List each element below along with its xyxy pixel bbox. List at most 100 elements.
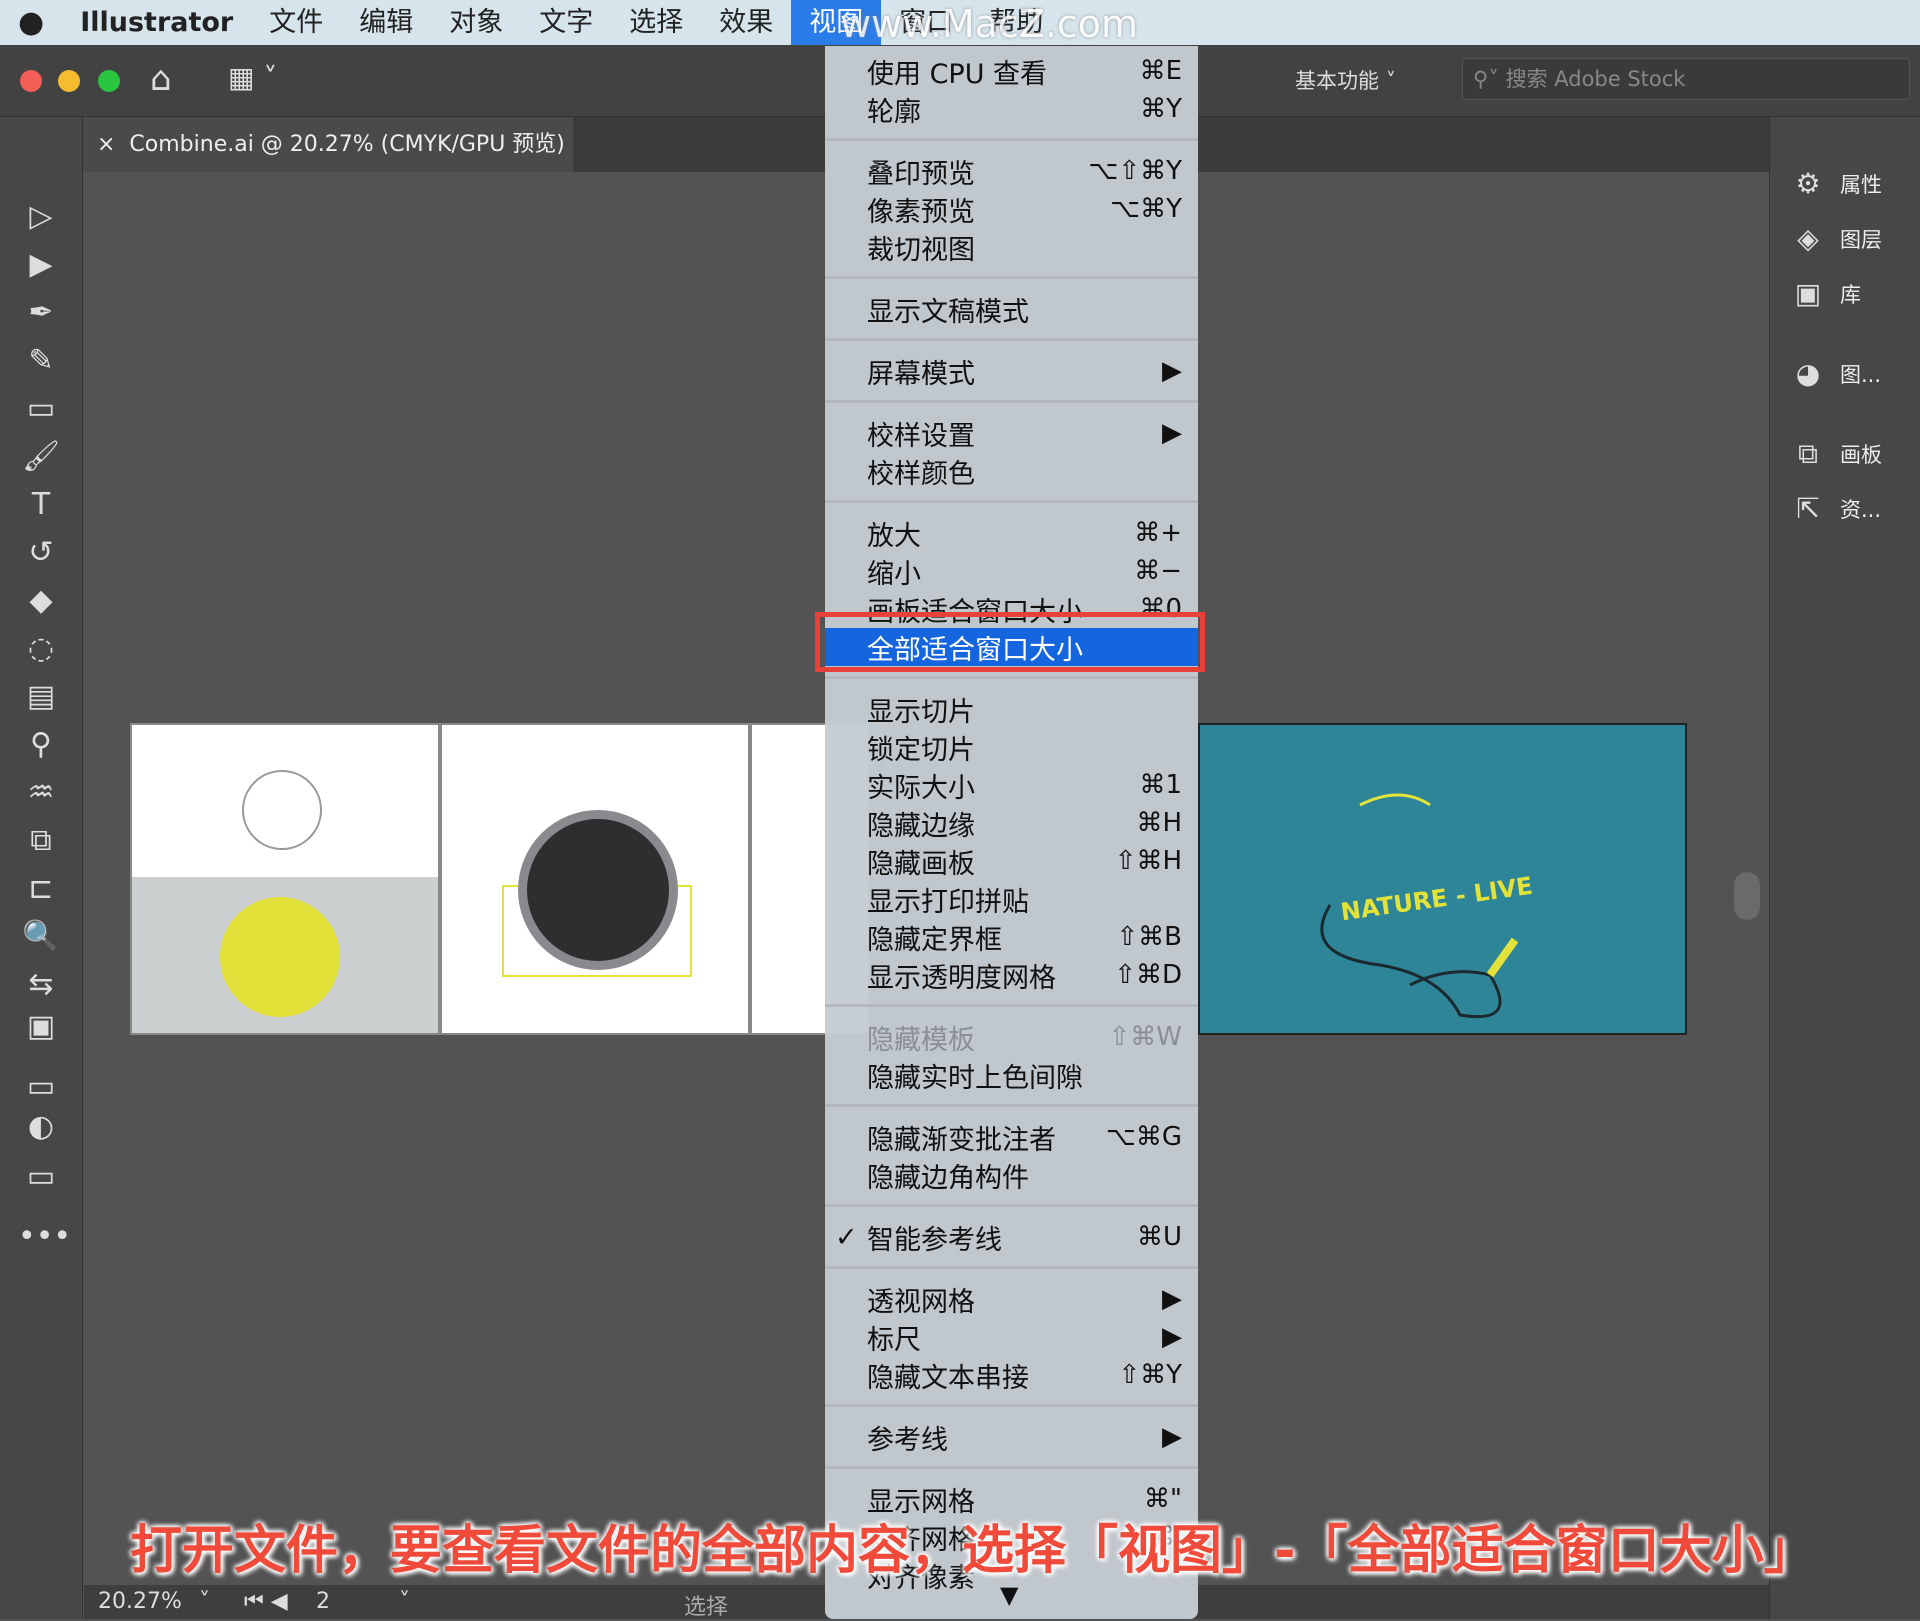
workspace-switcher[interactable]: 基本功能 ˅ (1295, 65, 1396, 95)
artboard-nature[interactable]: NATURE - LIVE (1198, 723, 1687, 1035)
menu-item[interactable]: 校样设置 ▶ (825, 414, 1198, 452)
maximize-window-button[interactable] (98, 70, 120, 92)
menu-item[interactable]: 显示打印拼贴 (825, 880, 1198, 918)
menu-item[interactable]: 实际大小 ⌘1 (825, 766, 1198, 804)
panel-properties[interactable]: ⚙ 属性 (1790, 167, 1882, 201)
artboard-tool-icon[interactable]: ⊏ (18, 869, 64, 909)
menu-item[interactable]: 隐藏定界框 ⇧⌘B (825, 918, 1198, 956)
screen-mode-icon[interactable]: ▭ (18, 1157, 64, 1197)
menu-item: 隐藏模板 ⇧⌘W (867, 1022, 1183, 1056)
lasso-icon[interactable]: ◌ (18, 629, 64, 669)
panel-assets[interactable]: ⇱ 资... (1790, 492, 1881, 526)
scroll-down-arrow-icon[interactable]: ▼ (1000, 1581, 1018, 1609)
curvature-icon[interactable]: ✎ (18, 341, 64, 381)
yellow-circle (220, 897, 340, 1017)
menu-item[interactable]: 隐藏边角构件 (825, 1156, 1198, 1194)
shortcut: ▶ (1162, 1322, 1182, 1352)
menu-item[interactable]: 显示文稿模式 (825, 290, 1198, 328)
close-tab-icon[interactable]: × (97, 132, 129, 157)
menu-item[interactable]: 锁定切片 (825, 728, 1198, 766)
menu-item[interactable]: 使用 CPU 查看 ⌘E (825, 52, 1198, 90)
panel-color[interactable]: ◕ 图... (1790, 357, 1881, 391)
zoom-level[interactable]: 20.27% (98, 1589, 182, 1614)
menu-item[interactable]: 缩小 ⌘− (825, 552, 1198, 590)
menu-separator (825, 1256, 1198, 1280)
more-tools-icon[interactable]: ••• (18, 1217, 71, 1257)
menu-item[interactable]: 隐藏文本串接 ⇧⌘Y (825, 1356, 1198, 1394)
shortcut: ⌘U (1136, 1222, 1182, 1252)
layout-icon[interactable]: ▦ ˅ (228, 61, 277, 94)
menu-item[interactable]: 裁切视图 (825, 228, 1198, 266)
document-tab[interactable]: × Combine.ai @ 20.27% (CMYK/GPU 预览) (83, 117, 573, 172)
shortcut: ▶ (1162, 1422, 1182, 1452)
first-artboard-icon[interactable]: ⏮ ◀ (244, 1589, 288, 1614)
menu-separator (825, 490, 1198, 514)
view-menu: 使用 CPU 查看 ⌘E 轮廓 ⌘Y 叠印预览 ⌥⇧⌘Y 像素预览 ⌥⌘Y 裁切视图显示文稿模式… (825, 46, 1198, 1619)
rotate-icon[interactable]: ↺ (18, 533, 64, 573)
artboard-2[interactable] (440, 723, 750, 1035)
artboard-number[interactable]: 2 (316, 1589, 330, 1614)
menu-4[interactable]: 文字 (521, 0, 611, 45)
pen-icon[interactable]: ✒ (18, 293, 64, 333)
current-tool: 选择 (684, 1595, 729, 1620)
shortcut: ⌘E (1139, 56, 1182, 86)
color-mode-icon[interactable]: ▭ (18, 1067, 64, 1107)
zoom-icon[interactable]: 🔍 (18, 917, 64, 957)
menu-6[interactable]: 效果 (701, 0, 791, 45)
menu-item[interactable]: 像素预览 ⌥⌘Y (825, 190, 1198, 228)
menu-item[interactable]: 显示切片 (825, 690, 1198, 728)
menu-item[interactable]: 标尺 ▶ (825, 1318, 1198, 1356)
shortcut: ⇧⌘W (1108, 1022, 1183, 1052)
eyedropper-icon[interactable]: ⚲ (18, 725, 64, 765)
shortcut: ⌘1 (1139, 770, 1182, 800)
menu-item[interactable]: 参考线 ▶ (825, 1418, 1198, 1456)
rectangle-icon[interactable]: ▭ (18, 389, 64, 429)
menu-item[interactable]: 轮廓 ⌘Y (825, 90, 1198, 128)
vertical-scrollbar[interactable] (1734, 872, 1760, 920)
shape-builder-icon[interactable]: ⧉ (18, 821, 64, 861)
shortcut: ⇧⌘H (1114, 846, 1182, 876)
artboard-1[interactable] (130, 723, 440, 1035)
direct-selection-icon[interactable]: ▶ (18, 245, 64, 285)
menu-1[interactable]: 文件 (251, 0, 341, 45)
home-icon[interactable]: ⌂ (150, 59, 172, 99)
menu-item[interactable]: 隐藏实时上色间隙 (825, 1056, 1198, 1094)
selection-tool-icon[interactable]: ▷ (18, 197, 64, 237)
fill-stroke-icon[interactable]: ▣ (18, 1007, 64, 1047)
panel-layers[interactable]: ◈ 图层 (1790, 222, 1882, 256)
draw-mode-icon[interactable]: ◐ (18, 1107, 64, 1147)
menu-3[interactable]: 对象 (431, 0, 521, 45)
menu-item[interactable]: 叠印预览 ⌥⇧⌘Y (825, 152, 1198, 190)
cable-illustration (1320, 793, 1519, 1019)
apple-icon[interactable]: ● (0, 0, 62, 45)
brush-icon[interactable]: 🖌 (18, 437, 64, 477)
stock-search-input[interactable]: ⚲˅ 搜索 Adobe Stock (1462, 58, 1910, 100)
menu-item[interactable]: 隐藏渐变批注者 ⌥⌘G (825, 1118, 1198, 1156)
eraser-icon[interactable]: ◆ (18, 581, 64, 621)
type-icon[interactable]: T (18, 485, 64, 525)
menu-2[interactable]: 编辑 (341, 0, 431, 45)
menu-separator (825, 390, 1198, 414)
menu-item[interactable]: 透视网格 ▶ (825, 1280, 1198, 1318)
shortcut: ⇧⌘B (1116, 922, 1182, 952)
menu-item[interactable]: 显示透明度网格 ⇧⌘D (825, 956, 1198, 994)
chevron-down-icon[interactable]: ˅ (399, 1589, 410, 1614)
close-window-button[interactable] (20, 70, 42, 92)
checkmark-icon: ✓ (835, 1221, 858, 1253)
menu-5[interactable]: 选择 (611, 0, 701, 45)
shortcut: ⌥⌘Y (1110, 194, 1182, 224)
menu-item[interactable]: 屏幕模式 ▶ (825, 352, 1198, 390)
chevron-down-icon[interactable]: ˅ (199, 1589, 210, 1614)
minimize-window-button[interactable] (58, 70, 80, 92)
menu-item[interactable]: 校样颜色 (825, 452, 1198, 490)
panel-libraries[interactable]: ▣ 库 (1790, 277, 1861, 311)
blend-icon[interactable]: ♒ (18, 773, 64, 813)
menu-item[interactable]: 隐藏画板 ⇧⌘H (825, 842, 1198, 880)
panel-artboards[interactable]: ⧉ 画板 (1790, 437, 1882, 471)
gradient-icon[interactable]: ▤ (18, 677, 64, 717)
menu-item[interactable]: 隐藏边缘 ⌘H (825, 804, 1198, 842)
menu-0[interactable]: Illustrator (62, 0, 251, 45)
menu-item[interactable]: 放大 ⌘+ (825, 514, 1198, 552)
swap-colors-icon[interactable]: ⇆ (18, 965, 64, 1005)
menu-item[interactable]: ✓ 智能参考线 ⌘U (825, 1218, 1198, 1256)
